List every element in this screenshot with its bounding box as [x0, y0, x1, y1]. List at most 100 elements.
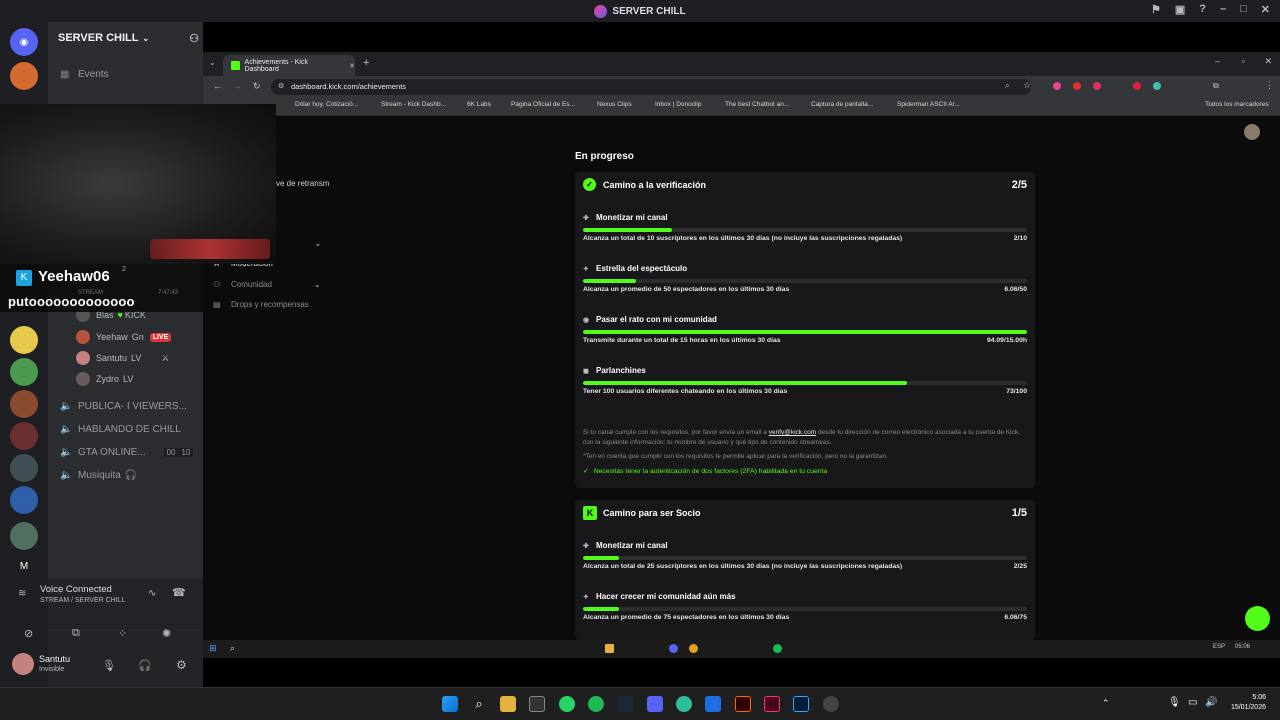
minimize-button[interactable]: – [1220, 3, 1226, 16]
extensions-puzzle-icon[interactable]: ⧉ [1213, 81, 1219, 91]
back-icon[interactable]: ← [213, 81, 222, 91]
microphone-icon[interactable]: 🎙 [1168, 697, 1181, 708]
file-explorer-icon[interactable] [500, 696, 516, 712]
app-icon[interactable] [705, 696, 721, 712]
discord-icon[interactable] [647, 696, 663, 712]
extension-icon[interactable] [1053, 82, 1061, 90]
help-icon[interactable]: ? [1199, 3, 1206, 16]
windows-start-icon[interactable]: ⊞ [209, 643, 217, 654]
forward-icon[interactable]: → [233, 81, 242, 91]
server-folder-icon[interactable] [10, 486, 38, 514]
voice-user[interactable]: Zydro LV [76, 370, 133, 388]
server-icon[interactable] [10, 62, 38, 90]
activities-icon[interactable]: ⁘ [118, 627, 127, 640]
disconnect-icon[interactable]: ☎ [172, 586, 186, 599]
bookmark-star-icon[interactable]: ☆ [1023, 80, 1031, 91]
server-icon[interactable] [10, 358, 38, 386]
email-link[interactable]: verify@kick.com [769, 429, 816, 436]
server-m-icon[interactable]: M [10, 552, 38, 580]
bookmark-item[interactable]: Inbox | Donoclip [655, 101, 702, 108]
obs-icon[interactable] [823, 696, 839, 712]
server-icon[interactable] [10, 422, 38, 450]
events-item[interactable]: ▦ Events [48, 64, 203, 84]
server-icon[interactable] [10, 522, 38, 550]
settings-gear-icon[interactable]: ⚙ [176, 658, 187, 672]
voice-channel[interactable]: 🔈 GTA ONLINE... 00 10 [48, 442, 203, 462]
close-tab-icon[interactable]: ✕ [349, 62, 355, 70]
indesign-icon[interactable] [764, 696, 780, 712]
camera-off-icon[interactable]: ⊘ [24, 627, 33, 640]
screen-share-icon[interactable]: ⧉ [72, 627, 80, 640]
bookmark-item[interactable]: Dólar hoy, Cotizació... [295, 101, 358, 108]
windows-start-icon[interactable] [442, 696, 458, 712]
search-icon[interactable]: ⌕ [230, 643, 235, 654]
discord-home-icon[interactable]: ◉ [10, 28, 38, 56]
headphones-icon[interactable]: 🎧 [138, 659, 152, 672]
signal-icon[interactable]: ≋ [18, 588, 26, 599]
tray-chevron-icon[interactable]: ⌃ [1102, 698, 1110, 709]
edge-icon[interactable] [676, 696, 692, 712]
voice-user[interactable]: Yeehaw Gn LIVE [76, 328, 172, 346]
chevron-down-icon[interactable]: ⌄ [314, 238, 322, 249]
spotify-icon[interactable] [773, 644, 782, 653]
bookmark-item[interactable]: 6K Labs [467, 101, 491, 108]
photoshop-icon[interactable] [793, 696, 809, 712]
server-icon[interactable] [10, 454, 38, 482]
profile-avatar[interactable] [1244, 124, 1260, 140]
add-member-icon[interactable]: ⚇ [189, 32, 199, 45]
sidebar-item-community[interactable]: ⚇ Comunidad ⌄ [213, 280, 321, 289]
new-tab-icon[interactable]: + [363, 57, 369, 69]
search-icon[interactable]: ⌕ [471, 696, 487, 712]
close-window-button[interactable]: ✕ [1264, 56, 1272, 67]
server-icon[interactable] [10, 390, 38, 418]
extension-icon[interactable] [1093, 82, 1101, 90]
bookmark-item[interactable]: Captura de pantalla... [811, 101, 873, 108]
bookmark-item[interactable]: Stream - Kick Dashb... [381, 101, 446, 108]
extension-icon[interactable] [1073, 82, 1081, 90]
sidebar-item-stream-key[interactable]: ve de retransm [276, 179, 329, 188]
soundboard-icon[interactable]: ✺ [162, 627, 171, 640]
voice-channel[interactable]: 🔈 Musiquita 🎧 [48, 465, 203, 485]
noise-suppression-icon[interactable]: ∿ [148, 588, 156, 599]
voice-channel[interactable]: 🔈 HABLANDO DE CHILL [48, 419, 203, 439]
maximize-button[interactable]: □ [1240, 3, 1247, 16]
bookmark-item[interactable]: The best Chatbot an... [725, 101, 789, 108]
sidebar-item-drops[interactable]: ▤ Drops y recompensas [213, 300, 309, 309]
explorer-icon[interactable] [605, 644, 614, 653]
menu-kebab-icon[interactable]: ⋮ [1265, 80, 1274, 91]
voice-user[interactable]: Santutu LV ⚔ [76, 349, 169, 367]
minimize-button[interactable]: – [1215, 56, 1220, 66]
bookmark-item[interactable]: Página Oficial de Es... [511, 101, 575, 108]
bookmark-item[interactable]: Spiderman ASCII Ar... [897, 101, 960, 108]
discord-icon[interactable] [669, 644, 678, 653]
support-chat-button[interactable] [1245, 606, 1270, 631]
browser-tab[interactable]: Achievements - Kick Dashboard ✕ [223, 55, 355, 76]
spotify-icon[interactable] [588, 696, 604, 712]
extension-icon[interactable] [1153, 82, 1161, 90]
site-info-icon[interactable]: ⚙ [278, 82, 284, 90]
server-header[interactable]: SERVER CHILL ⌄ ⚇ [48, 22, 203, 54]
url-field[interactable]: dashboard.kick.com/achievements [271, 79, 1031, 95]
system-clock[interactable]: 5:06 15/01/2026 [1231, 693, 1266, 713]
chrome-icon[interactable] [689, 644, 698, 653]
bookmark-item[interactable]: Nexus Clips [597, 101, 632, 108]
network-icon[interactable]: ▭ [1188, 697, 1197, 708]
extension-icon[interactable] [1133, 82, 1141, 90]
restore-button[interactable]: ▫ [1242, 56, 1245, 66]
voice-channel[interactable]: 🔈 PUBLICA- I VIEWERS... [48, 396, 203, 416]
language-indicator[interactable]: ESP [1213, 644, 1225, 650]
whatsapp-icon[interactable] [559, 696, 575, 712]
server-icon[interactable] [10, 326, 38, 354]
all-bookmarks-folder[interactable]: Todos los marcadores [1205, 101, 1269, 108]
illustrator-icon[interactable] [735, 696, 751, 712]
voice-channel-name[interactable]: STREAM / SERVER CHILL [40, 597, 125, 604]
epic-games-icon[interactable] [529, 696, 545, 712]
reload-icon[interactable]: ↻ [253, 81, 261, 92]
screen-icon[interactable]: ▣ [1175, 3, 1185, 16]
zoom-icon[interactable]: ⌕ [1005, 81, 1009, 91]
close-button[interactable]: ✕ [1261, 3, 1270, 16]
microphone-icon[interactable]: 🎙 [102, 659, 116, 672]
steam-icon[interactable] [617, 696, 633, 712]
user-avatar[interactable] [12, 653, 34, 675]
inbox-icon[interactable]: ⚑ [1151, 3, 1161, 16]
